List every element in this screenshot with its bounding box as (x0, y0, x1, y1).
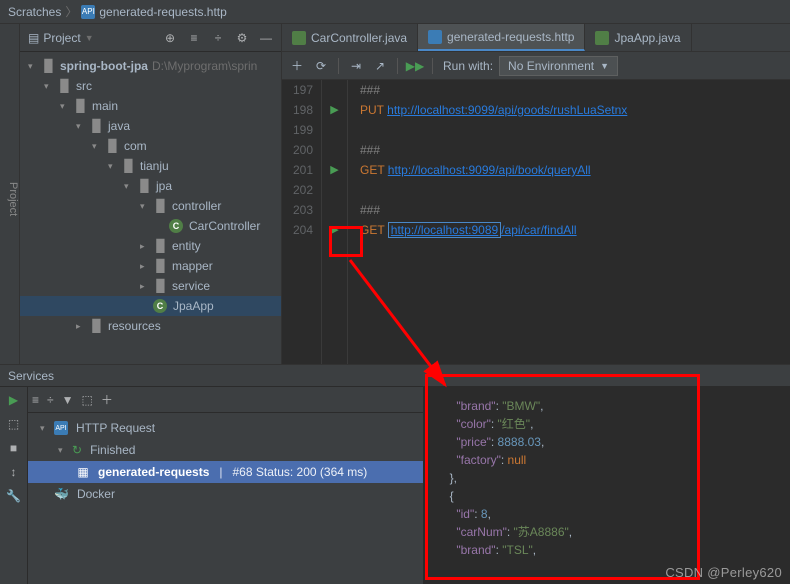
tree-item[interactable]: ▾▉src (20, 76, 281, 96)
run-gutter-icon[interactable]: ▶ (322, 160, 347, 180)
wrench-icon[interactable]: 🔧 (6, 489, 21, 503)
editor-tab[interactable]: generated-requests.http (418, 24, 585, 51)
hide-icon[interactable]: — (259, 31, 273, 45)
editor-toolbar: ＋ ⟳ ⇥ ↗ ▶▶ Run with: No Environment ▼ (282, 52, 790, 80)
run-all-icon[interactable]: ▶▶ (408, 59, 422, 73)
breadcrumb-root[interactable]: Scratches (8, 5, 61, 19)
service-request-item[interactable]: ▦generated-requests|#68 Status: 200 (364… (28, 461, 423, 483)
run-gutter-icon (322, 200, 347, 220)
project-icon: ▤ (28, 31, 39, 45)
breadcrumb-file[interactable]: API generated-requests.http (81, 5, 226, 19)
editor-tab[interactable]: CarController.java (282, 24, 418, 51)
run-gutter-icon[interactable]: ▶ (322, 100, 347, 120)
code-editor[interactable]: 197198199200201202203204 ▶▶▶ ###PUT http… (282, 80, 790, 364)
service-docker[interactable]: 🐳Docker (28, 483, 423, 505)
run-gutter-icon (322, 140, 347, 160)
gear-icon[interactable]: ⚙ (235, 31, 249, 45)
collapse-icon[interactable]: ÷ (211, 31, 225, 45)
http-icon: API (81, 5, 95, 19)
class-icon: C (169, 219, 183, 233)
file-icon (428, 30, 442, 44)
tree-root[interactable]: ▾▉spring-boot-jpaD:\Myprogram\sprin (20, 56, 281, 76)
editor-tabs: CarController.java generated-requests.htt… (282, 24, 790, 52)
tree-item[interactable]: ▾▉com (20, 136, 281, 156)
runwith-label: Run with: (443, 59, 493, 73)
target-icon[interactable]: ⊕ (163, 31, 177, 45)
tab-label: JpaApp.java (614, 31, 680, 45)
run-gutter-icon[interactable]: ▶ (322, 220, 347, 240)
editor-tab[interactable]: JpaApp.java (585, 24, 691, 51)
services-panel: Services ▶ ⬚ ■ ↕ 🔧 ≡ ÷ ▼ ⬚ ＋ ▾APIHTTP Re… (0, 364, 790, 584)
filter-icon[interactable]: ▼ (62, 393, 74, 407)
class-icon: C (153, 299, 167, 313)
tree-item[interactable]: CJpaApp (20, 296, 281, 316)
request-icon: ▦ (76, 465, 90, 479)
env-dropdown[interactable]: No Environment ▼ (499, 56, 618, 76)
group-icon[interactable]: ⬚ (82, 393, 93, 407)
tree-item[interactable]: ▸▉entity (20, 236, 281, 256)
json-response[interactable]: "brand": "BMW", "color": "红色", "price": … (423, 387, 790, 584)
expand-icon[interactable]: ≡ (32, 393, 39, 407)
finished-icon: ↻ (72, 443, 82, 457)
export-icon[interactable]: ↗ (373, 59, 387, 73)
run-gutter-icon (322, 80, 347, 100)
services-toolbar-vertical: ▶ ⬚ ■ ↕ 🔧 (0, 387, 28, 584)
tree-item[interactable]: ▾▉jpa (20, 176, 281, 196)
breadcrumb: Scratches 〉 API generated-requests.http (0, 0, 790, 24)
tree-item[interactable]: ▾▉main (20, 96, 281, 116)
add-icon[interactable]: ＋ (101, 391, 113, 408)
editor-area: CarController.java generated-requests.htt… (282, 24, 790, 364)
tree-item[interactable]: ▸▉resources (20, 316, 281, 336)
tab-label: generated-requests.http (447, 30, 574, 44)
service-finished[interactable]: ▾↻Finished (28, 439, 423, 461)
file-icon (292, 31, 306, 45)
project-title: Project (43, 31, 80, 45)
project-panel: ▤ Project ▼ ⊕ ≡ ÷ ⚙ — ▾▉spring-boot-jpaD… (20, 24, 282, 364)
run-gutter-icon (322, 180, 347, 200)
collapse-icon[interactable]: ÷ (47, 393, 54, 407)
project-tree: ▾▉spring-boot-jpaD:\Myprogram\sprin ▾▉sr… (20, 52, 281, 364)
tree-item[interactable]: ▾▉controller (20, 196, 281, 216)
import-icon[interactable]: ⇥ (349, 59, 363, 73)
run-icon[interactable]: ▶ (9, 393, 18, 407)
add-icon[interactable]: ＋ (290, 59, 304, 73)
run-gutter-icon (322, 120, 347, 140)
file-icon (595, 31, 609, 45)
tree-item[interactable]: ▾▉tianju (20, 156, 281, 176)
tree-item[interactable]: ▸▉mapper (20, 256, 281, 276)
tree-item[interactable]: ▾▉java (20, 116, 281, 136)
tree-item[interactable]: CCarController (20, 216, 281, 236)
expand-icon[interactable]: ≡ (187, 31, 201, 45)
service-http-request[interactable]: ▾APIHTTP Request (28, 417, 423, 439)
tree-item[interactable]: ▸▉service (20, 276, 281, 296)
docker-icon: 🐳 (54, 487, 69, 501)
tool-icon[interactable]: ↕ (11, 465, 17, 479)
tab-label: CarController.java (311, 31, 407, 45)
history-icon[interactable]: ⟳ (314, 59, 328, 73)
sidebar-tab-project[interactable]: Project (0, 24, 20, 364)
tool-icon[interactable]: ⬚ (8, 417, 19, 431)
watermark: CSDN @Perley620 (665, 565, 782, 580)
services-title: Services (8, 369, 54, 383)
stop-icon[interactable]: ■ (10, 441, 17, 455)
api-icon: API (54, 421, 68, 435)
